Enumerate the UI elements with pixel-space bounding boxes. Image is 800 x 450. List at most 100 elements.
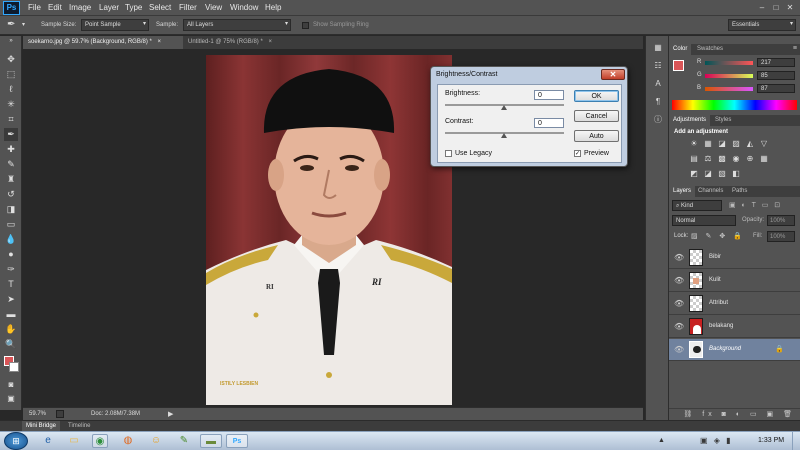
fill-input[interactable]: 100% — [767, 231, 795, 242]
levels-icon[interactable]: ▦ — [703, 139, 713, 148]
selective-color-icon[interactable]: ◧ — [731, 169, 741, 178]
auto-button[interactable]: Auto — [574, 130, 619, 142]
firefox-icon[interactable]: ◍ — [120, 434, 136, 448]
properties-panel-icon[interactable]: ☷ — [652, 60, 664, 72]
crop-tool-icon[interactable]: ⌗ — [4, 113, 18, 126]
screen-mode-icon[interactable]: ▣ — [4, 392, 18, 405]
move-tool-icon[interactable]: ✥ — [4, 53, 18, 66]
brightness-input[interactable]: 0 — [534, 90, 564, 100]
curves-icon[interactable]: ◪ — [717, 139, 727, 148]
menu-view[interactable]: View — [205, 3, 222, 12]
tab-channels[interactable]: Channels — [694, 186, 727, 197]
eyedropper-tool-icon[interactable]: ✒ — [7, 19, 15, 30]
eye-icon[interactable]: 👁 — [674, 322, 684, 331]
layer-row[interactable]: 👁 Kulit — [669, 270, 800, 292]
background-color-swatch[interactable] — [9, 362, 19, 372]
brightness-contrast-icon[interactable]: ☀ — [689, 139, 699, 148]
messenger-icon[interactable]: ☺ — [148, 434, 164, 448]
channel-mixer-icon[interactable]: ⊕ — [745, 154, 755, 163]
dialog-close-button[interactable]: ✕ — [601, 69, 625, 80]
document-image[interactable]: RI RI ISTILY LESBIEN — [206, 55, 452, 405]
layer-filter-icons[interactable]: ▣ ◐ T ▭ ⊡ — [729, 201, 782, 209]
eye-icon[interactable]: 👁 — [674, 276, 684, 285]
menu-help[interactable]: Help — [265, 3, 281, 12]
tab-color[interactable]: Color — [669, 44, 692, 55]
dodge-tool-icon[interactable]: ● — [4, 248, 18, 261]
preview-checkbox[interactable]: ✓ — [574, 150, 581, 157]
gradient-tool-icon[interactable]: ▭ — [4, 218, 18, 231]
shape-tool-icon[interactable]: ▬ — [4, 308, 18, 321]
color-balance-icon[interactable]: ⚖ — [703, 154, 713, 163]
hue-saturation-icon[interactable]: ▤ — [689, 154, 699, 163]
color-spectrum-bar[interactable] — [672, 100, 797, 110]
quick-mask-icon[interactable]: ◙ — [4, 378, 18, 391]
ok-button[interactable]: OK — [574, 90, 619, 102]
clone-stamp-tool-icon[interactable]: ♜ — [4, 173, 18, 186]
color-panel-foreground-swatch[interactable] — [673, 60, 684, 71]
zoom-tool-icon[interactable]: 🔍 — [4, 338, 18, 351]
blend-mode-select[interactable]: Normal — [672, 215, 736, 226]
layer-filter-select[interactable]: ⌕ Kind — [672, 200, 722, 211]
eye-icon[interactable]: 👁 — [674, 253, 684, 262]
eye-icon[interactable]: 👁 — [674, 345, 684, 354]
explorer-icon[interactable]: ▭ — [66, 434, 82, 448]
quick-selection-tool-icon[interactable]: ✳ — [4, 98, 18, 111]
panel-menu-icon[interactable]: ≡ — [793, 45, 797, 52]
workspace-select[interactable]: Essentials — [728, 19, 796, 31]
posterize-icon[interactable]: ◪ — [703, 169, 713, 178]
brush-tool-icon[interactable]: ✎ — [4, 158, 18, 171]
color-lookup-icon[interactable]: ▦ — [759, 154, 769, 163]
photoshop-task-icon[interactable]: Ps — [226, 434, 248, 448]
photo-filter-icon[interactable]: ◉ — [731, 154, 741, 163]
minimize-button[interactable]: – — [756, 2, 768, 13]
tab-close-icon[interactable]: × — [268, 39, 272, 45]
ie-icon[interactable]: e — [40, 434, 56, 448]
red-slider[interactable] — [705, 61, 753, 65]
menu-image[interactable]: Image — [69, 3, 91, 12]
exposure-icon[interactable]: ▨ — [731, 139, 741, 148]
use-legacy-checkbox[interactable] — [445, 150, 452, 157]
close-window-button[interactable]: ✕ — [784, 2, 796, 13]
status-menu-icon[interactable] — [56, 410, 64, 418]
contrast-slider-thumb[interactable] — [501, 133, 507, 138]
vibrance-icon[interactable]: ◭ — [745, 139, 755, 148]
hand-tool-icon[interactable]: ✋ — [4, 323, 18, 336]
menu-window[interactable]: Window — [230, 3, 258, 12]
pen-tool-icon[interactable]: ✑ — [4, 263, 18, 276]
blue-slider[interactable] — [705, 87, 753, 91]
folder-icon[interactable]: ▬ — [200, 434, 222, 448]
layers-footer-icons[interactable]: ⛓ fx ◙ ◐ ▭ ▣ 🗑 — [669, 408, 800, 420]
lasso-tool-icon[interactable]: ℓ — [4, 83, 18, 96]
tab-layers[interactable]: Layers — [669, 186, 696, 197]
healing-brush-tool-icon[interactable]: ✚ — [4, 143, 18, 156]
sample-select[interactable]: All Layers — [183, 19, 291, 31]
layer-row[interactable]: 👁 Attribut — [669, 293, 800, 315]
eye-icon[interactable]: 👁 — [674, 299, 684, 308]
maximize-button[interactable]: □ — [770, 2, 782, 13]
tray-arrow-icon[interactable]: ▲ — [658, 437, 665, 444]
menu-layer[interactable]: Layer — [99, 3, 119, 12]
brightness-slider-thumb[interactable] — [501, 105, 507, 110]
character-panel-icon[interactable]: A — [652, 78, 664, 90]
history-brush-tool-icon[interactable]: ↺ — [4, 188, 18, 201]
type-tool-icon[interactable]: T — [4, 278, 18, 291]
cancel-button[interactable]: Cancel — [574, 110, 619, 122]
clock[interactable]: 1:33 PM — [758, 437, 784, 444]
layer-row[interactable]: 👁 belakang — [669, 316, 800, 338]
tab-close-icon[interactable]: × — [158, 39, 162, 45]
tab-styles[interactable]: Styles — [711, 115, 735, 126]
tab-untitled[interactable]: Untitled-1 @ 75% (RGB/8) * × — [183, 36, 293, 49]
menu-select[interactable]: Select — [149, 3, 171, 12]
lock-icons[interactable]: ▨ ✎ ✥ 🔒 — [691, 232, 745, 240]
threshold-icon[interactable]: ▧ — [717, 169, 727, 178]
invert-icon[interactable]: ◩ — [689, 169, 699, 178]
green-value[interactable]: 85 — [757, 71, 795, 80]
layer-row[interactable]: 👁 Bibir — [669, 247, 800, 269]
start-button[interactable]: ⊞ — [4, 432, 28, 450]
zoom-level[interactable]: 59.7% — [29, 411, 46, 417]
gradient-map-adjust-icon[interactable]: ▽ — [759, 139, 769, 148]
green-slider[interactable] — [705, 74, 753, 78]
path-selection-tool-icon[interactable]: ➤ — [4, 293, 18, 306]
sample-size-select[interactable]: Point Sample — [81, 19, 149, 31]
chrome-icon[interactable]: ◉ — [92, 434, 108, 448]
